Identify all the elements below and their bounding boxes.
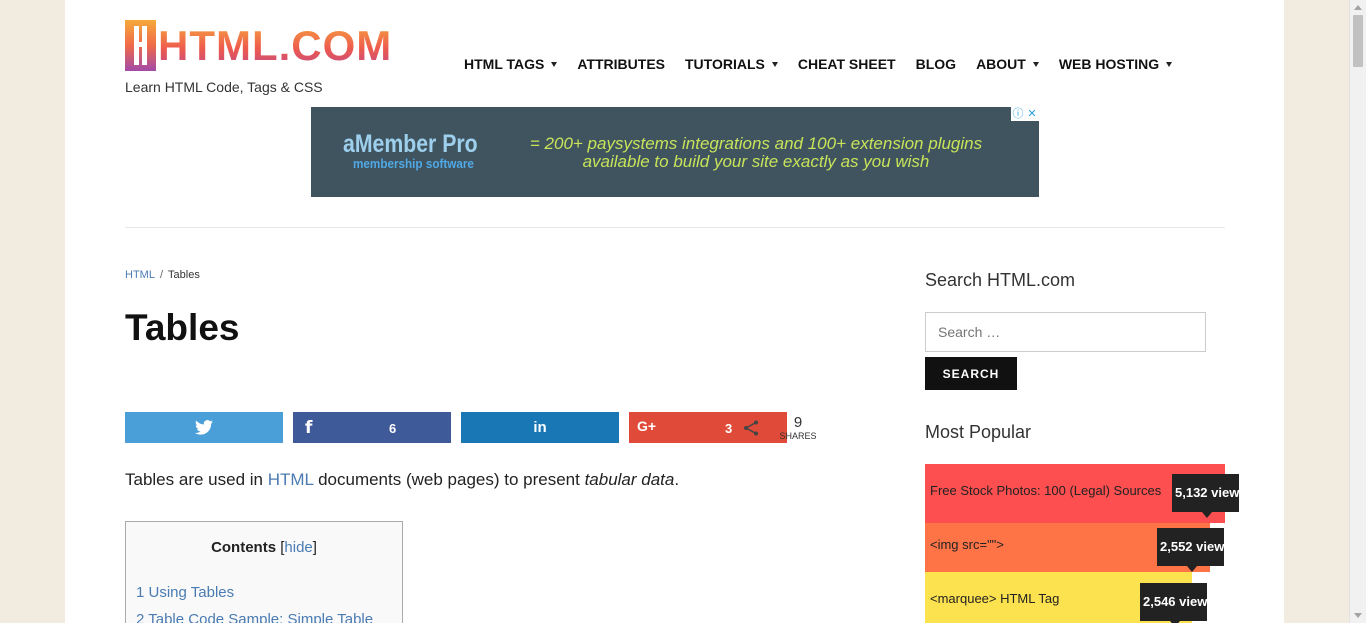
googleplus-icon: G+ <box>637 418 657 434</box>
share-total-label: SHARES <box>779 431 817 441</box>
share-buttons: f 6 in G+ 3 <box>125 412 797 443</box>
share-icon <box>744 420 758 436</box>
ad-banner[interactable]: aMember Pro membership software = 200+ p… <box>311 107 1039 197</box>
popular-item[interactable]: Free Stock Photos: 100 (Legal) Sources 5,… <box>925 464 1240 523</box>
caret-down-icon <box>551 61 558 67</box>
share-twitter-button[interactable] <box>125 412 283 443</box>
logo-mark-icon <box>125 20 156 71</box>
nav-label: HTML TAGS <box>464 56 545 72</box>
nav-item-web-hosting[interactable]: WEB HOSTING <box>1058 54 1173 74</box>
share-count: 6 <box>389 421 397 436</box>
nav-item-attributes[interactable]: ATTRIBUTES <box>577 54 665 74</box>
popular-item[interactable]: <marquee> HTML Tag 2,546 view <box>925 572 1208 623</box>
ad-copy: = 200+ paysystems integrations and 100+ … <box>506 135 1006 171</box>
ad-brand: aMember Pro <box>343 130 478 158</box>
breadcrumb-link-html[interactable]: HTML <box>125 269 155 281</box>
search-input[interactable] <box>925 312 1206 352</box>
scroll-down-icon[interactable] <box>1354 613 1362 618</box>
toc-header: Contents [hide] <box>126 539 402 556</box>
intro-link-html[interactable]: HTML <box>268 470 314 489</box>
nav-item-blog[interactable]: BLOG <box>916 54 956 74</box>
breadcrumb-separator: / <box>159 269 164 281</box>
breadcrumb: HTML / Tables <box>125 269 200 281</box>
search-button[interactable]: SEARCH <box>925 357 1017 390</box>
toc-item[interactable]: 2 Table Code Sample: Simple Table <box>136 611 373 623</box>
nav-label: ATTRIBUTES <box>577 56 665 72</box>
nav-item-cheat-sheet[interactable]: CHEAT SHEET <box>798 54 896 74</box>
ad-close-icon[interactable]: ✕ <box>1025 107 1039 121</box>
nav-item-about[interactable]: ABOUT <box>976 54 1039 74</box>
site-logo[interactable]: HTML.COM <box>125 20 391 75</box>
scroll-up-icon[interactable] <box>1354 5 1362 10</box>
popular-item-views: 2,546 view <box>1140 583 1208 623</box>
scrollbar[interactable] <box>1349 0 1366 623</box>
nav-label: ABOUT <box>976 56 1026 72</box>
main-nav: HTML TAGS ATTRIBUTES TUTORIALS CHEAT SHE… <box>464 54 1192 74</box>
ad-copy-line-1: = 200+ paysystems integrations and 100+ … <box>529 134 983 153</box>
linkedin-icon: in <box>533 419 547 436</box>
twitter-icon <box>195 420 213 435</box>
share-linkedin-button[interactable]: in <box>461 412 619 443</box>
share-count: 3 <box>725 421 733 436</box>
facebook-icon: f <box>305 418 313 438</box>
nav-item-tutorials[interactable]: TUTORIALS <box>685 54 778 74</box>
popular-item[interactable]: <img src=""> 2,552 view <box>925 523 1225 572</box>
popular-item-views: 2,552 view <box>1157 528 1225 572</box>
share-total-count: 9 <box>793 414 803 431</box>
intro-text: Tables are used in <box>125 470 268 489</box>
popular-item-title: <marquee> HTML Tag <box>930 591 1060 606</box>
nav-label: BLOG <box>915 56 957 72</box>
caret-down-icon <box>771 61 778 67</box>
toc-bracket: ] <box>312 539 317 556</box>
header-divider <box>125 227 1225 228</box>
popular-item-views: 5,132 view <box>1172 474 1240 518</box>
ad-info-icon[interactable]: ⓘ <box>1011 107 1025 121</box>
caret-down-icon <box>1032 61 1039 67</box>
share-facebook-button[interactable]: f 6 <box>293 412 451 443</box>
ad-copy-line-2: available to build your site exactly as … <box>582 152 930 171</box>
most-popular-heading: Most Popular <box>925 422 1032 442</box>
intro-text: documents (web pages) to present <box>313 470 585 489</box>
intro-text: . <box>674 470 680 489</box>
breadcrumb-current: Tables <box>168 269 200 281</box>
table-of-contents: Contents [hide] 1 Using Tables 2 Table C… <box>125 521 403 623</box>
site-tagline: Learn HTML Code, Tags & CSS <box>125 79 323 95</box>
share-total: 9 SHARES <box>743 414 817 444</box>
ad-controls: ⓘ ✕ <box>1011 107 1039 121</box>
nav-label: TUTORIALS <box>685 56 765 72</box>
toc-hide-link[interactable]: hide <box>284 539 312 556</box>
ad-subbrand: membership software <box>353 156 474 171</box>
page-content: HTML.COM Learn HTML Code, Tags & CSS HTM… <box>65 0 1284 623</box>
scroll-thumb[interactable] <box>1353 15 1363 67</box>
popular-item-title: <img src=""> <box>930 537 1004 552</box>
popular-item-title: Free Stock Photos: 100 (Legal) Sources <box>930 483 1162 498</box>
page-title: Tables <box>125 307 240 348</box>
logo-text: HTML.COM <box>158 18 392 73</box>
intro-paragraph: Tables are used in HTML documents (web p… <box>125 470 679 490</box>
toc-item[interactable]: 1 Using Tables <box>136 584 234 601</box>
nav-item-html-tags[interactable]: HTML TAGS <box>464 54 558 74</box>
nav-label: WEB HOSTING <box>1058 56 1160 72</box>
caret-down-icon <box>1166 61 1173 67</box>
search-heading: Search HTML.com <box>925 270 1076 290</box>
toc-title: Contents <box>211 539 277 556</box>
intro-emphasis: tabular data <box>584 470 675 489</box>
nav-label: CHEAT SHEET <box>797 56 896 72</box>
